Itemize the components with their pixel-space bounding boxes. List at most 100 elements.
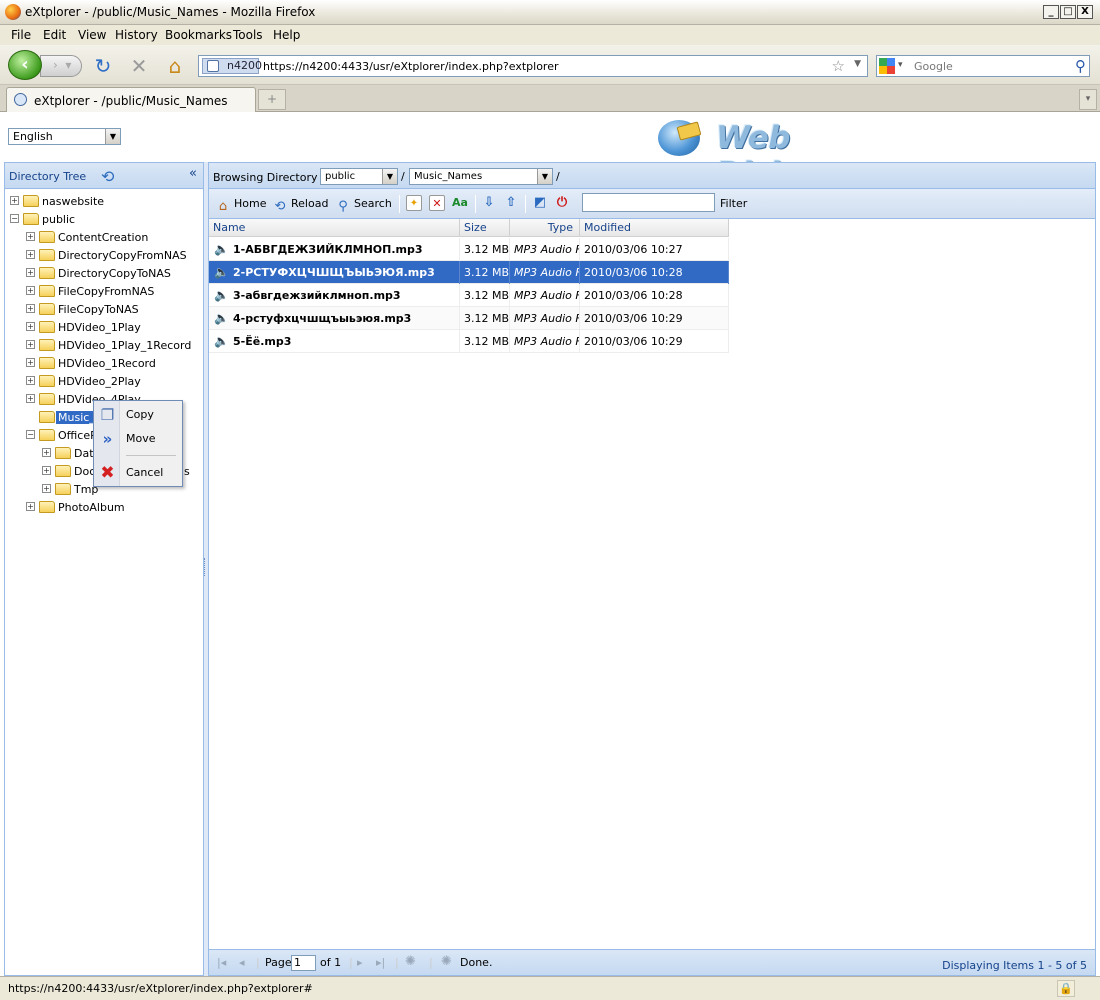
table-row[interactable]: 🔈 3-абвгдежзийклмноп.mp3 3.12 MB MP3 Audi… [209,284,729,307]
file-toolbar: ⌂ Home ⟲ Reload ⚲ Search ✦ ✕ Aa ⇩ ⇧ ◩ ⏻ Fil… [209,189,1095,219]
table-row[interactable]: 🔈 4-рстуфхцчшщъыьэюя.mp3 3.12 MB MP3 Audi… [209,307,729,330]
column-header-modified[interactable]: Modified [580,219,729,237]
maximize-button[interactable]: □ [1060,5,1076,19]
close-window-button[interactable]: X [1077,5,1093,19]
column-header-size[interactable]: Size [460,219,510,237]
next-page-icon[interactable]: ▸ [357,956,363,969]
search-placeholder: Google [914,60,953,73]
refresh-tree-icon[interactable]: ⟲ [101,167,114,186]
tree-item-label: PhotoAlbum [58,501,125,514]
collapse-icon[interactable]: − [10,214,19,223]
logout-icon[interactable]: ⏻ [554,195,570,211]
url-bar[interactable]: n4200 https://n4200:4433/usr/eXtplorer/i… [198,55,868,77]
new-file-icon[interactable]: ✦ [406,195,422,211]
menu-bar: File Edit View History Bookmarks Tools H… [0,25,1100,45]
expand-icon[interactable]: + [26,502,35,511]
browsing-directory-label: Browsing Directory [213,171,318,184]
context-menu-cancel[interactable]: ✖ Cancel [94,462,182,484]
site-identity-badge[interactable]: n4200 [202,58,262,74]
file-type: MP3 Audio File [510,284,580,307]
file-name: 5-Ёё.mp3 [233,335,292,348]
first-page-icon[interactable]: |◂ [217,956,226,969]
bookmark-star-icon[interactable]: ☆ [832,57,845,75]
filter-input[interactable] [582,193,715,212]
column-header-name[interactable]: Name [209,219,460,237]
menu-help[interactable]: Help [273,28,300,42]
toolbar-separator [475,195,476,213]
search-bar[interactable]: ▾ Google ⚲ [876,55,1090,77]
refresh-page-icon[interactable]: ✺ [405,954,416,969]
url-text: https://n4200:4433/usr/eXtplorer/index.p… [263,60,559,73]
last-page-icon[interactable]: ▸| [376,956,385,969]
folder-icon [39,393,55,405]
file-size: 3.12 MB [460,284,510,307]
expand-icon[interactable]: + [26,394,35,403]
directory-select-1[interactable]: public ▼ [320,168,398,185]
expand-icon[interactable]: + [42,466,51,475]
delete-icon[interactable]: ✕ [429,195,445,211]
context-menu-copy[interactable]: ❐ Copy [94,404,182,426]
menu-history[interactable]: History [115,28,158,42]
reload-icon: ⟲ [274,199,286,214]
stop-icon[interactable]: ✕ [128,55,150,77]
rename-icon[interactable]: Aa [451,195,469,211]
prev-page-icon[interactable]: ◂ [239,956,245,969]
table-row-selected[interactable]: 🔈 2-РСТУФХЦЧШЩЪЫЬЭЮЯ.mp3 3.12 MB MP3 Audi… [209,261,729,284]
expand-icon[interactable]: + [42,448,51,457]
chevron-down-icon[interactable]: ▼ [105,129,120,144]
expand-icon[interactable]: + [26,286,35,295]
menu-bookmarks[interactable]: Bookmarks [165,28,232,42]
page-number-input[interactable]: 1 [291,955,316,971]
file-grid: Name Size Type Modified 🔈 1-АБВГДЕЖЗИЙКЛМ… [209,219,1095,959]
column-header-type[interactable]: Type [510,219,580,237]
expand-icon[interactable]: + [26,232,35,241]
admin-icon[interactable]: ◩ [532,195,548,211]
chevron-down-icon[interactable]: ▼ [537,169,552,184]
expand-icon[interactable]: + [26,304,35,313]
context-menu-move[interactable]: » Move [94,428,182,450]
reload-icon[interactable]: ↻ [92,55,114,77]
menu-view[interactable]: View [78,28,106,42]
file-modified: 2010/03/06 10:29 [580,330,729,353]
home-icon[interactable]: ⌂ [164,55,186,77]
expand-icon[interactable]: + [26,340,35,349]
expand-icon[interactable]: + [26,322,35,331]
search-engine-dropdown-icon[interactable]: ▾ [898,60,903,70]
home-button[interactable]: ⌂ Home [215,195,267,214]
tab-list-button[interactable]: ▾ [1079,89,1097,110]
menu-file[interactable]: File [11,28,31,42]
collapse-icon[interactable]: − [26,430,35,439]
back-button[interactable]: ‹ [8,50,42,80]
menu-tools[interactable]: Tools [233,28,263,42]
folder-icon [23,195,39,207]
tab-extplorer[interactable]: eXtplorer - /public/Music_Names [6,87,256,112]
lock-icon[interactable]: 🔒 [1057,980,1075,997]
table-row[interactable]: 🔈 1-АБВГДЕЖЗИЙКЛМНОП.mp3 3.12 MB MP3 Audi… [209,238,729,261]
expand-icon[interactable]: + [26,376,35,385]
upload-icon[interactable]: ⇧ [503,195,519,211]
directory-select-2[interactable]: Music_Names ▼ [409,168,553,185]
expand-icon[interactable]: + [42,484,51,493]
expand-icon[interactable]: + [26,358,35,367]
language-select[interactable]: English ▼ [8,128,121,145]
table-row[interactable]: 🔈 5-Ёё.mp3 3.12 MB MP3 Audio File 2010/03… [209,330,729,353]
expand-icon[interactable]: + [26,268,35,277]
reload-button[interactable]: ⟲ Reload [272,195,329,214]
expand-icon[interactable]: + [10,196,19,205]
expand-icon[interactable]: + [26,250,35,259]
search-button[interactable]: ⚲ Search [335,195,392,214]
search-icon[interactable]: ⚲ [1075,57,1086,75]
url-dropdown-icon[interactable]: ▼ [854,59,861,69]
download-icon[interactable]: ⇩ [481,195,497,211]
menu-edit[interactable]: Edit [43,28,66,42]
page-count-label: of 1 [320,956,342,969]
chevron-down-icon[interactable]: ▼ [382,169,397,184]
new-tab-button[interactable]: + [258,89,286,110]
file-modified: 2010/03/06 10:28 [580,261,729,284]
site-badge-label: n4200 [227,59,262,72]
google-icon[interactable] [879,58,895,74]
file-name-cell: 🔈 3-абвгдежзийклмноп.mp3 [209,284,460,307]
minimize-button[interactable]: _ [1043,5,1059,19]
collapse-panel-icon[interactable]: « [189,166,197,181]
forward-button[interactable]: › ▾ [40,55,82,77]
